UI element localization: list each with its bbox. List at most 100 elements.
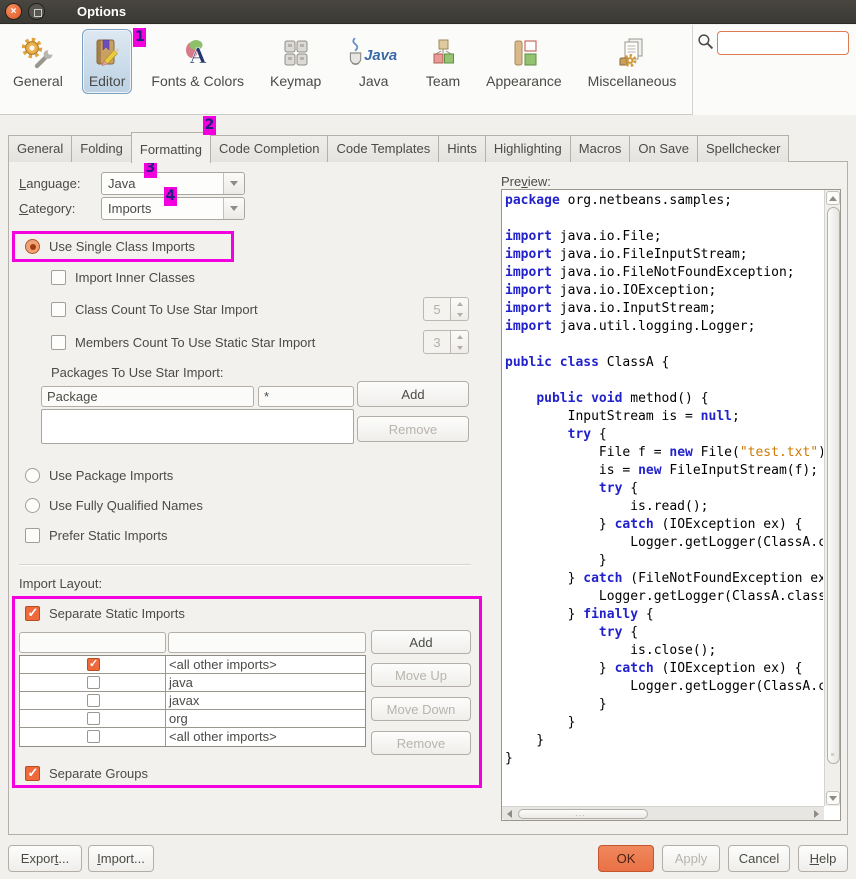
chevron-down-icon[interactable] [223, 198, 244, 219]
star-packages-list[interactable] [41, 409, 354, 444]
scroll-left-icon[interactable] [503, 808, 516, 819]
import-layout-table[interactable]: <all other imports>javajavaxorg<all othe… [19, 655, 366, 747]
tab-spellchecker[interactable]: Spellchecker [697, 135, 789, 162]
restore-icon[interactable] [28, 3, 45, 20]
table-row[interactable]: <all other imports> [20, 656, 365, 674]
static-checkbox[interactable] [87, 712, 100, 725]
titlebar: × Options [0, 0, 856, 24]
code-line: try { [505, 426, 823, 444]
search-input[interactable] [717, 31, 849, 55]
scroll-right-icon[interactable] [810, 808, 823, 819]
toolbar-category-java[interactable]: JavaJava [340, 29, 407, 94]
tab-code-templates[interactable]: Code Templates [327, 135, 439, 162]
separate-groups-checkbox[interactable] [25, 766, 40, 781]
cancel-button[interactable]: Cancel [728, 845, 790, 872]
prefer-static-imports-label: Prefer Static Imports [49, 528, 167, 543]
code-line: try { [505, 480, 823, 498]
star-add-button[interactable]: Add [357, 381, 469, 407]
toolbar-category-appearance[interactable]: Appearance [479, 29, 569, 94]
table-row[interactable]: java [20, 674, 365, 692]
code-line: } catch (IOException ex) { [505, 660, 823, 678]
code-line: import java.io.File; [505, 228, 823, 246]
class-count-checkbox[interactable] [51, 302, 66, 317]
horizontal-scrollbar[interactable]: ∙∙∙ [502, 806, 824, 820]
ok-button[interactable]: OK [598, 845, 654, 872]
preview-pane[interactable]: package org.netbeans.samples; import jav… [501, 189, 841, 821]
annotation-badge-1: 1 [133, 28, 146, 47]
toolbar-category-fonts-colors[interactable]: AFonts & Colors [144, 29, 251, 94]
import-inner-classes-checkbox[interactable] [51, 270, 66, 285]
package-cell[interactable]: java [166, 674, 365, 691]
java-icon: Java [347, 36, 400, 70]
table-row[interactable]: <all other imports> [20, 728, 365, 746]
code-line: package org.netbeans.samples; [505, 192, 823, 210]
separate-static-imports-label: Separate Static Imports [49, 606, 185, 621]
category-label: Fonts & Colors [151, 73, 244, 89]
chevron-down-icon[interactable] [223, 173, 244, 194]
table-row[interactable]: javax [20, 692, 365, 710]
tab-highlighting[interactable]: Highlighting [485, 135, 571, 162]
move-up-button[interactable]: Move Up [371, 663, 471, 687]
package-cell[interactable]: javax [166, 692, 365, 709]
layout-package-column-header[interactable] [168, 632, 366, 653]
layout-static-column-header[interactable] [19, 632, 166, 653]
static-checkbox[interactable] [87, 694, 100, 707]
static-cell [20, 692, 166, 709]
apply-button[interactable]: Apply [662, 845, 720, 872]
separate-static-imports-checkbox[interactable] [25, 606, 40, 621]
spinner-up-icon[interactable] [451, 331, 468, 342]
code-line: Logger.getLogger(ClassA.class.getName())… [505, 678, 823, 696]
spinner-up-icon[interactable] [451, 298, 468, 309]
tab-macros[interactable]: Macros [570, 135, 631, 162]
annotation-badge-2: 2 [203, 116, 216, 135]
move-down-button[interactable]: Move Down [371, 697, 471, 721]
import-button[interactable]: Import... [88, 845, 154, 872]
prefer-static-imports-checkbox[interactable] [25, 528, 40, 543]
tab-general[interactable]: General [8, 135, 72, 162]
tab-on-save[interactable]: On Save [629, 135, 698, 162]
use-package-imports-radio[interactable] [25, 468, 40, 483]
toolbar-category-keymap[interactable]: Keymap [263, 29, 328, 94]
toolbar-category-general[interactable]: General [6, 29, 70, 94]
help-button[interactable]: Help [798, 845, 848, 872]
tab-hints[interactable]: Hints [438, 135, 486, 162]
tab-code-completion[interactable]: Code Completion [210, 135, 328, 162]
use-single-class-imports-radio[interactable] [25, 239, 40, 254]
layout-add-button[interactable]: Add [371, 630, 471, 654]
class-count-value: 5 [423, 297, 451, 321]
star-remove-button[interactable]: Remove [357, 416, 469, 442]
toolbar-category-miscellaneous[interactable]: Miscellaneous [581, 29, 684, 94]
close-icon[interactable]: × [5, 3, 22, 20]
toolbar-category-editor[interactable]: Editor1 [82, 29, 133, 94]
star-package-column-header[interactable]: Package [41, 386, 254, 407]
members-count-label: Members Count To Use Static Star Import [75, 335, 315, 350]
static-checkbox[interactable] [87, 658, 100, 671]
export-button[interactable]: Export... [8, 845, 82, 872]
members-count-checkbox[interactable] [51, 335, 66, 350]
scroll-down-icon[interactable] [826, 791, 840, 805]
star-star-column-header[interactable]: * [258, 386, 354, 407]
vertical-scrollbar-thumb[interactable]: ≡ [827, 207, 840, 764]
tab-folding[interactable]: Folding [71, 135, 132, 162]
horizontal-scrollbar-thumb[interactable]: ∙∙∙ [518, 809, 648, 819]
category-select[interactable]: Imports 4 [101, 197, 245, 220]
code-line [505, 210, 823, 228]
package-cell[interactable]: <all other imports> [166, 656, 365, 673]
static-checkbox[interactable] [87, 730, 100, 743]
vertical-scrollbar[interactable]: ≡ [824, 190, 840, 806]
use-fully-qualified-radio[interactable] [25, 498, 40, 513]
class-count-spinner[interactable]: 5 [423, 297, 469, 321]
members-count-spinner[interactable]: 3 [423, 330, 469, 354]
language-value: Java [102, 176, 223, 191]
scroll-up-icon[interactable] [826, 191, 840, 205]
toolbar-category-team[interactable]: Team [419, 29, 467, 94]
layout-remove-button[interactable]: Remove [371, 731, 471, 755]
spinner-down-icon[interactable] [451, 342, 468, 353]
spinner-down-icon[interactable] [451, 309, 468, 320]
tab-formatting[interactable]: Formatting2 [131, 132, 211, 163]
package-cell[interactable]: org [166, 710, 365, 727]
static-checkbox[interactable] [87, 676, 100, 689]
table-row[interactable]: org [20, 710, 365, 728]
package-cell[interactable]: <all other imports> [166, 728, 365, 746]
search-zone [692, 25, 856, 115]
